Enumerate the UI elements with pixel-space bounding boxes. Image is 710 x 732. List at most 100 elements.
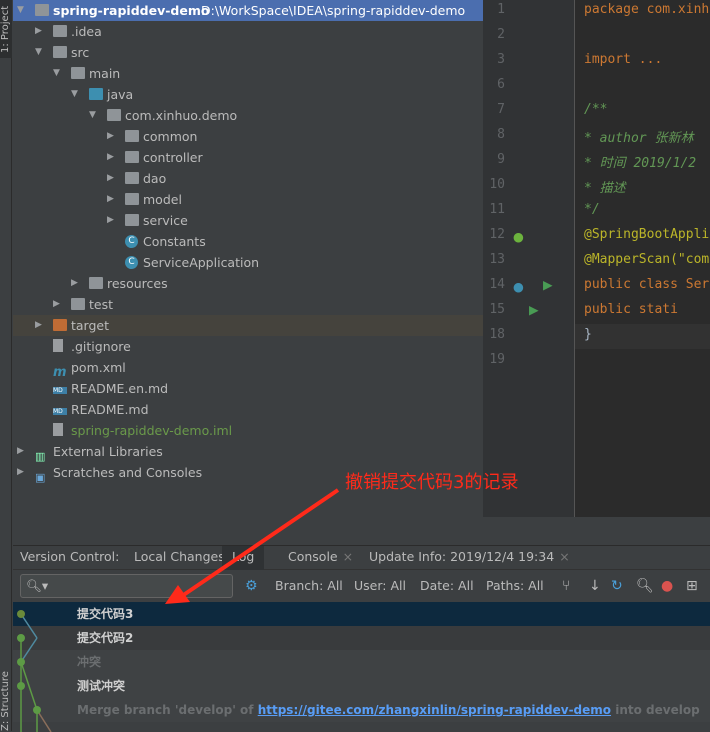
code-line[interactable]: * 描述 [584,177,626,196]
tree-item-label: .idea [71,24,102,39]
chevron-down-icon[interactable]: ▼ [89,105,99,126]
run-icon[interactable]: ▶ [543,277,553,292]
spring-class-icon[interactable]: ● [513,279,524,294]
line-number: 11 [489,202,505,217]
code-line[interactable]: public stati [584,302,678,317]
tree-item[interactable]: ▶ dao [13,168,483,189]
tree-item-label: main [89,66,121,81]
code-line[interactable]: package com.xinh [584,2,709,17]
chevron-down-icon[interactable]: ▼ [53,63,63,84]
tree-item[interactable]: ▼ main [13,63,483,84]
commit-message: 提交代码2 [77,631,134,645]
line-number: 3 [497,52,505,67]
tree-item[interactable]: ▶ test [13,294,483,315]
tree-item-label: com.xinhuo.demo [125,108,238,123]
tree-item[interactable]: .gitignore [13,336,483,357]
tree-item[interactable]: ▶ resources [13,273,483,294]
chevron-right-icon[interactable]: ▶ [71,273,81,294]
markdown-icon: MD [53,382,67,394]
log-search-input[interactable]: 🔍︎▾ [20,574,233,598]
branch-filter[interactable]: Branch: All [275,576,343,596]
chevron-right-icon[interactable]: ▶ [53,294,63,315]
vcs-tab[interactable]: Update Info: 2019/12/4 19:34 × [369,546,570,570]
settings-gear-icon[interactable]: ⚙ [245,576,258,596]
tree-item[interactable]: MD README.md [13,399,483,420]
close-icon[interactable]: × [559,549,569,564]
code-line[interactable]: } [584,327,592,342]
tree-item[interactable]: m pom.xml [13,357,483,379]
chevron-right-icon[interactable]: ▶ [107,189,117,210]
vcs-tab[interactable]: Local Changes [134,546,225,570]
tree-item-label: service [143,213,188,228]
commit-row[interactable]: 提交代码2 [13,626,710,650]
tree-item[interactable]: C Constants [13,231,483,252]
tree-item[interactable]: ▼ spring-rapiddev-demo D:\WorkSpace\IDEA\s… [13,0,483,21]
refresh-icon[interactable]: ↻ [611,576,623,596]
find-icon[interactable]: 🔍︎ [636,576,654,596]
code-line[interactable]: import ... [584,52,662,67]
spring-bean-icon[interactable]: ● [513,229,524,244]
code-line[interactable]: public class Ser [584,277,709,292]
tree-item[interactable]: ▶ common [13,126,483,147]
paths-filter[interactable]: Paths: All [486,576,544,596]
code-line[interactable]: * 时间 2019/1/2 [584,152,696,171]
chevron-right-icon[interactable]: ▶ [107,210,117,231]
tree-item[interactable]: C ServiceApplication [13,252,483,273]
tree-item[interactable]: MD README.en.md [13,378,483,399]
branches-icon[interactable]: ⑂ [562,576,570,596]
structure-tool-tab[interactable]: Z: Structure [0,650,12,731]
line-number: 13 [489,252,505,267]
chevron-down-icon[interactable]: ▼ [17,0,27,21]
tree-item[interactable]: spring-rapiddev-demo.iml [13,420,483,441]
line-number: 8 [497,127,505,142]
tree-item[interactable]: ▶ service [13,210,483,231]
date-filter[interactable]: Date: All [420,576,474,596]
project-tree: ▼ spring-rapiddev-demo D:\WorkSpace\IDEA\s… [13,0,483,540]
iml-file-icon [53,423,67,436]
chevron-right-icon[interactable]: ▶ [17,462,27,483]
class-icon: C [125,235,138,248]
project-tool-tab[interactable]: 1: Project [0,0,12,58]
line-number: 6 [497,77,505,92]
code-line[interactable]: * author 张新林 [584,127,693,146]
chevron-right-icon[interactable]: ▶ [35,315,45,336]
tree-item[interactable]: ▶ ▥ External Libraries [13,441,483,463]
tree-item[interactable]: ▶ model [13,189,483,210]
commit-row[interactable]: 冲突 [13,650,710,674]
tree-item[interactable]: ▼ com.xinhuo.demo [13,105,483,126]
commit-row[interactable]: Merge branch 'develop' of https://gitee.… [13,698,710,722]
vcs-tab[interactable]: Console × [288,546,353,570]
chevron-down-icon[interactable]: ▼ [35,42,45,63]
arrow-down-icon[interactable]: ↓ [589,576,601,596]
commit-message: Merge branch 'develop' of [77,703,258,717]
commit-row[interactable]: 测试冲突 [13,674,710,698]
run-icon[interactable]: ▶ [529,302,539,317]
tree-item[interactable]: ▶ controller [13,147,483,168]
vcs-tab[interactable]: Log [222,546,265,570]
code-line[interactable]: */ [584,202,600,217]
tree-item[interactable]: ▼ src [13,42,483,63]
code-line[interactable]: @SpringBootAppli [584,227,709,242]
commit-row[interactable]: 提交代码3 [13,602,710,626]
tree-item-label: Scratches and Consoles [53,465,203,480]
chevron-right-icon[interactable]: ▶ [107,126,117,147]
chevron-right-icon[interactable]: ▶ [107,168,117,189]
tree-item-label: spring-rapiddev-demo [53,3,210,18]
close-icon[interactable]: × [343,549,353,564]
tree-item[interactable]: ▶ target [13,315,483,336]
code-editor[interactable]: ● ● ▶ ▶ 1 package com.xinh 2 3 import ... 6 7 /** 8… [483,0,710,517]
line-number: 7 [497,102,505,117]
tree-item[interactable]: ▼ java [13,84,483,105]
more-options-icon[interactable]: ⊞ [686,576,698,596]
code-line[interactable]: /** [584,102,607,117]
chevron-right-icon[interactable]: ▶ [17,441,27,462]
project-folder-icon [35,4,49,16]
tree-item[interactable]: ▶ .idea [13,21,483,42]
user-filter[interactable]: User: All [354,576,406,596]
commit-link[interactable]: https://gitee.com/zhangxinlin/spring-rap… [258,703,611,717]
chevron-right-icon[interactable]: ▶ [107,147,117,168]
chevron-down-icon[interactable]: ▼ [71,84,81,105]
cherry-pick-icon[interactable]: ● [661,576,673,596]
chevron-right-icon[interactable]: ▶ [35,21,45,42]
code-line[interactable]: @MapperScan("com [584,252,709,267]
